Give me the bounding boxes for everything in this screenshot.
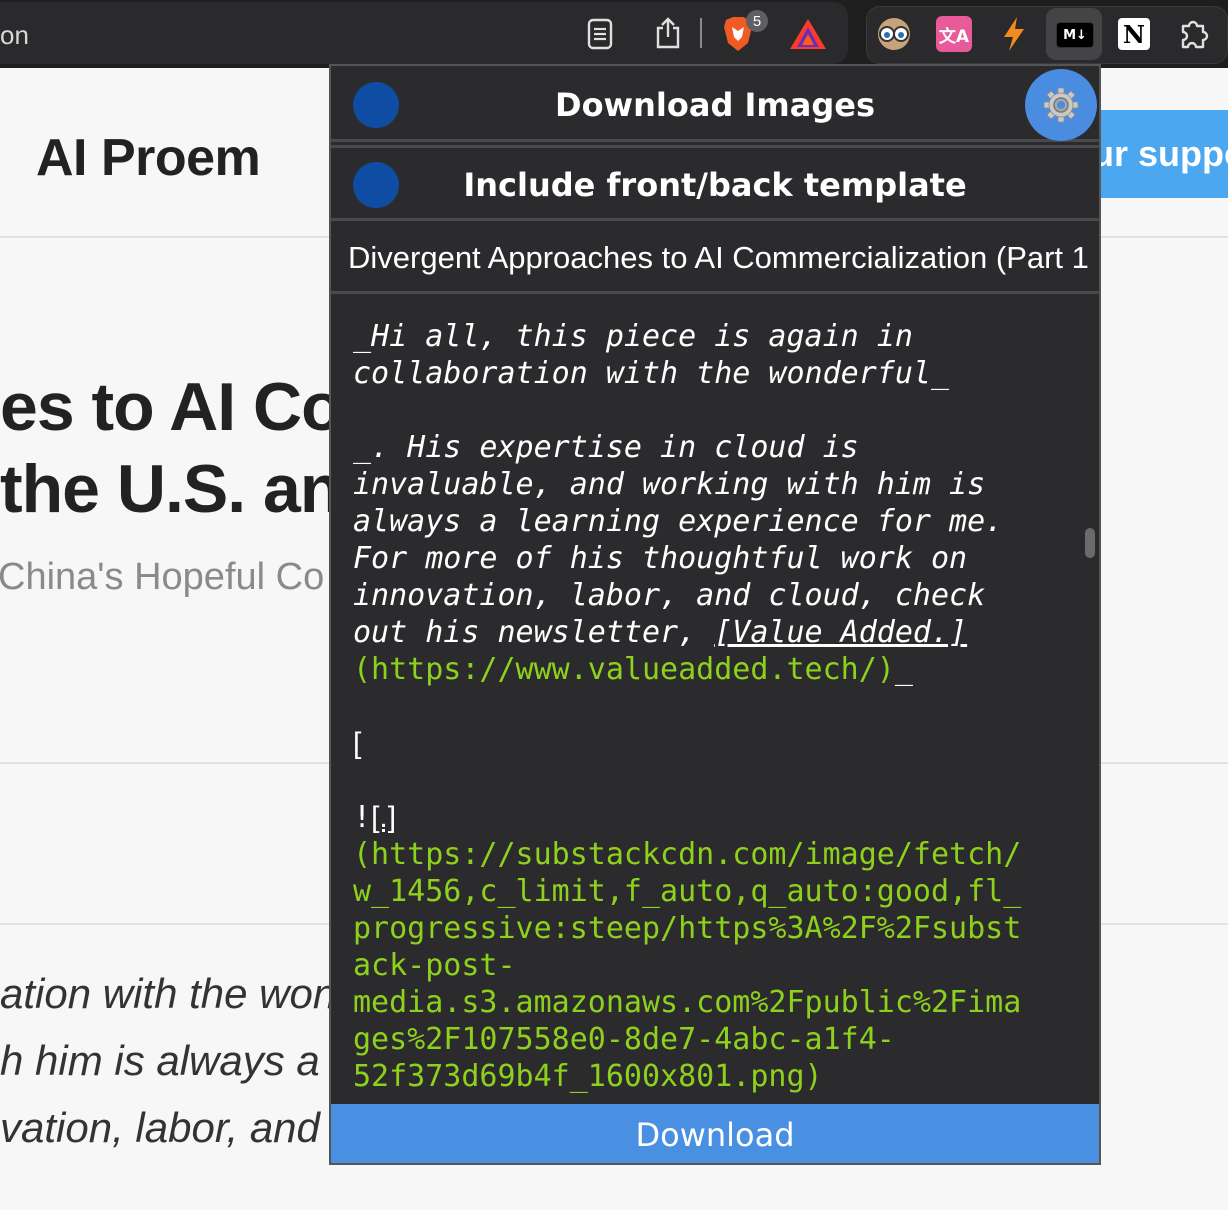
markdown-line: _. His expertise in cloud is [353, 430, 859, 465]
markdown-url-line: progressive:steep/https%3A%2F%2Fsubst [353, 911, 1022, 946]
share-icon[interactable] [652, 14, 684, 52]
markdown-text: out his newsletter, [353, 615, 715, 650]
markdown-line: invaluable, and working with him is [353, 467, 986, 502]
address-bar-text[interactable]: on [0, 20, 29, 51]
site-title[interactable]: AI Proem [36, 128, 261, 188]
article-body-line: h him is always a l [0, 1037, 341, 1084]
download-images-toggle-row[interactable]: Download Images [331, 66, 1099, 142]
browser-toolbar: on 5 文A M↓ N [0, 0, 1228, 68]
article-headline-line-2: the U.S. an [0, 451, 341, 527]
article-headline-line-1: es to AI Co [0, 369, 343, 445]
download-button[interactable]: Download [331, 1104, 1099, 1163]
article-body-line: ation with the won [0, 970, 337, 1017]
markdown-url-line: w_1456,c_limit,f_auto,q_auto:good,fl_ [353, 874, 1022, 909]
markdown-text: _ [894, 652, 913, 687]
markdown-bracket: [.] [371, 801, 397, 834]
markdown-url: (https://www.valueadded.tech/) [353, 652, 895, 687]
markdown-download-popup: Download Images Include front/back templ… [329, 64, 1101, 1165]
markdown-blank-line [353, 688, 1053, 725]
markdown-line: collaboration with the wonderful_ [353, 356, 950, 391]
markdown-url-line: media.s3.amazonaws.com%2Fpublic%2Fima [353, 985, 1022, 1020]
markdown-blank-line [353, 762, 1053, 799]
markdown-url-line: (https://substackcdn.com/image/fetch/ [353, 837, 1022, 872]
markdown-extension-icon[interactable]: M↓ [1056, 22, 1094, 48]
translate-extension-icon[interactable]: 文A [936, 16, 972, 52]
markdown-line: [ [353, 725, 1053, 762]
extensions-puzzle-icon[interactable] [1176, 16, 1212, 52]
notion-extension-icon[interactable]: N [1118, 18, 1150, 50]
markdown-line: For more of his thoughtful work on [353, 541, 968, 576]
scrollbar-thumb[interactable] [1085, 528, 1095, 558]
markdown-content[interactable]: _Hi all, this piece is again in collabor… [353, 318, 1053, 1095]
markdown-text: ! [353, 800, 372, 835]
include-template-toggle-row[interactable]: Include front/back template [331, 145, 1099, 221]
reader-mode-icon[interactable] [584, 16, 616, 52]
article-body-line: vation, labor, and [0, 1104, 320, 1151]
markdown-line: innovation, labor, and cloud, check [353, 578, 986, 613]
brave-badge: 5 [746, 10, 768, 32]
support-button[interactable]: ur suppo [1082, 110, 1228, 198]
markdown-url-line: ack-post- [353, 948, 516, 983]
markdown-textarea[interactable]: _Hi all, this piece is again in collabor… [331, 298, 1099, 1104]
settings-button[interactable] [1025, 69, 1097, 141]
markdown-line: _Hi all, this piece is again in [353, 319, 913, 354]
markdown-line: always a learning experience for me. [353, 504, 1004, 539]
brave-rewards-icon[interactable] [788, 16, 828, 52]
markdown-url-line: ges%2F107558e0-8de7-4abc-a1f4- [353, 1022, 895, 1057]
bolt-extension-icon[interactable] [996, 14, 1032, 54]
include-template-label: Include front/back template [463, 166, 967, 204]
toolbar-divider [700, 18, 702, 48]
markdown-url-line: 52f373d69b4f_1600x801.png) [353, 1059, 823, 1094]
article-subtitle: China's Hopeful Co [0, 556, 325, 598]
markdown-line: out his newsletter, [Value Added.] [353, 614, 1053, 651]
markdown-bracket: [ [353, 727, 362, 760]
markdown-blank-line [353, 392, 1053, 429]
markdown-link-text: [Value Added.] [714, 615, 968, 650]
title-input[interactable]: Divergent Approaches to AI Commercializa… [331, 226, 1099, 294]
markdown-line: (https://www.valueadded.tech/)_ [353, 651, 1053, 688]
markdown-line: ![.] [353, 799, 1053, 836]
download-images-label: Download Images [555, 86, 875, 124]
eyes-extension-icon[interactable] [874, 14, 914, 54]
gear-icon [1043, 87, 1079, 123]
